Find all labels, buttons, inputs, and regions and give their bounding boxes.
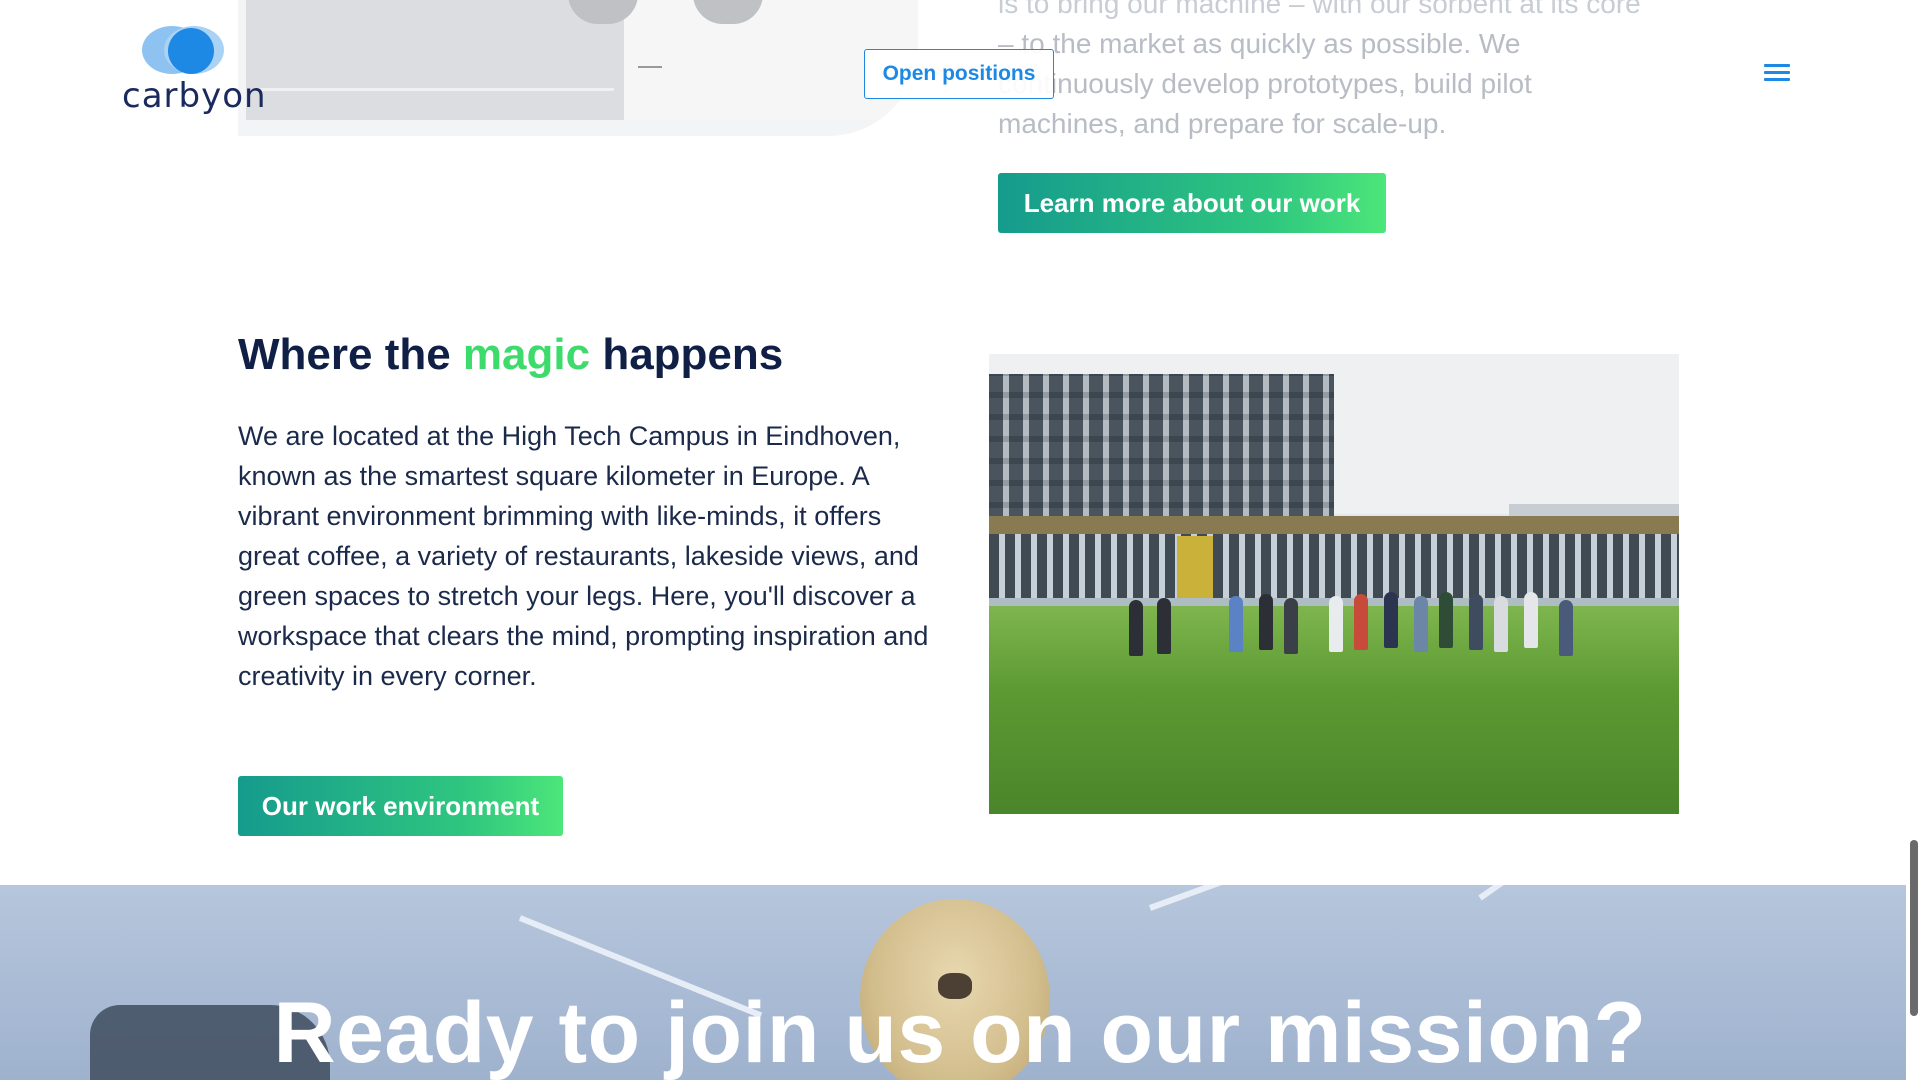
photo-person [1469, 594, 1483, 650]
photo-roof [989, 516, 1679, 534]
work-environment-button[interactable]: Our work environment [238, 776, 563, 836]
photo-person [1129, 600, 1143, 656]
section-heading: Where the magic happens [238, 330, 783, 380]
section-paragraph: We are located at the High Tech Campus i… [238, 421, 929, 691]
heading-text-start: Where the [238, 330, 463, 379]
cta-title: Ready to join us on our mission? [273, 985, 1647, 1080]
image-marker [638, 66, 662, 68]
learn-more-button[interactable]: Learn more about our work [998, 173, 1386, 233]
image-panel-left [246, 0, 624, 120]
paragraph-line: continuously develop prototypes, build p… [998, 68, 1532, 99]
carbyon-logo[interactable]: carbyon [122, 26, 266, 122]
hamburger-menu-icon[interactable] [1764, 64, 1790, 84]
photo-person [1259, 594, 1273, 650]
paragraph-line: machines, and prepare for scale-up. [998, 108, 1447, 139]
logo-circle-icon [168, 28, 214, 74]
photo-people [1129, 590, 1599, 670]
photo-person [1414, 596, 1428, 652]
photo-person [1524, 592, 1538, 648]
banner-ceiling-light [1478, 885, 1728, 901]
top-section-image [238, 0, 918, 136]
photo-building [989, 374, 1334, 524]
campus-photo [989, 354, 1679, 814]
photo-person [1229, 596, 1243, 652]
open-positions-button[interactable]: Open positions [864, 49, 1054, 99]
logo-wordmark: carbyon [122, 76, 267, 116]
heading-accent-word: magic [462, 330, 591, 379]
paragraph-line: is to bring our machine – with our sorbe… [998, 0, 1641, 19]
photo-person [1494, 596, 1508, 652]
menu-bar [1764, 78, 1790, 81]
photo-person [1354, 594, 1368, 650]
image-progress-bar [254, 88, 614, 91]
menu-bar [1764, 71, 1790, 74]
photo-person [1439, 592, 1453, 648]
photo-person [1384, 592, 1398, 648]
photo-person [1329, 596, 1343, 652]
photo-person [1284, 598, 1298, 654]
photo-person [1157, 598, 1171, 654]
photo-person [1559, 600, 1573, 656]
paragraph-line: – to the market as quickly as possible. … [998, 28, 1521, 59]
scrollbar-thumb[interactable] [1910, 840, 1918, 1016]
banner-ceiling-light [1148, 885, 1452, 911]
menu-bar [1764, 64, 1790, 67]
top-section-paragraph: is to bring our machine – with our sorbe… [998, 0, 1698, 144]
heading-text-end: happens [590, 330, 784, 379]
